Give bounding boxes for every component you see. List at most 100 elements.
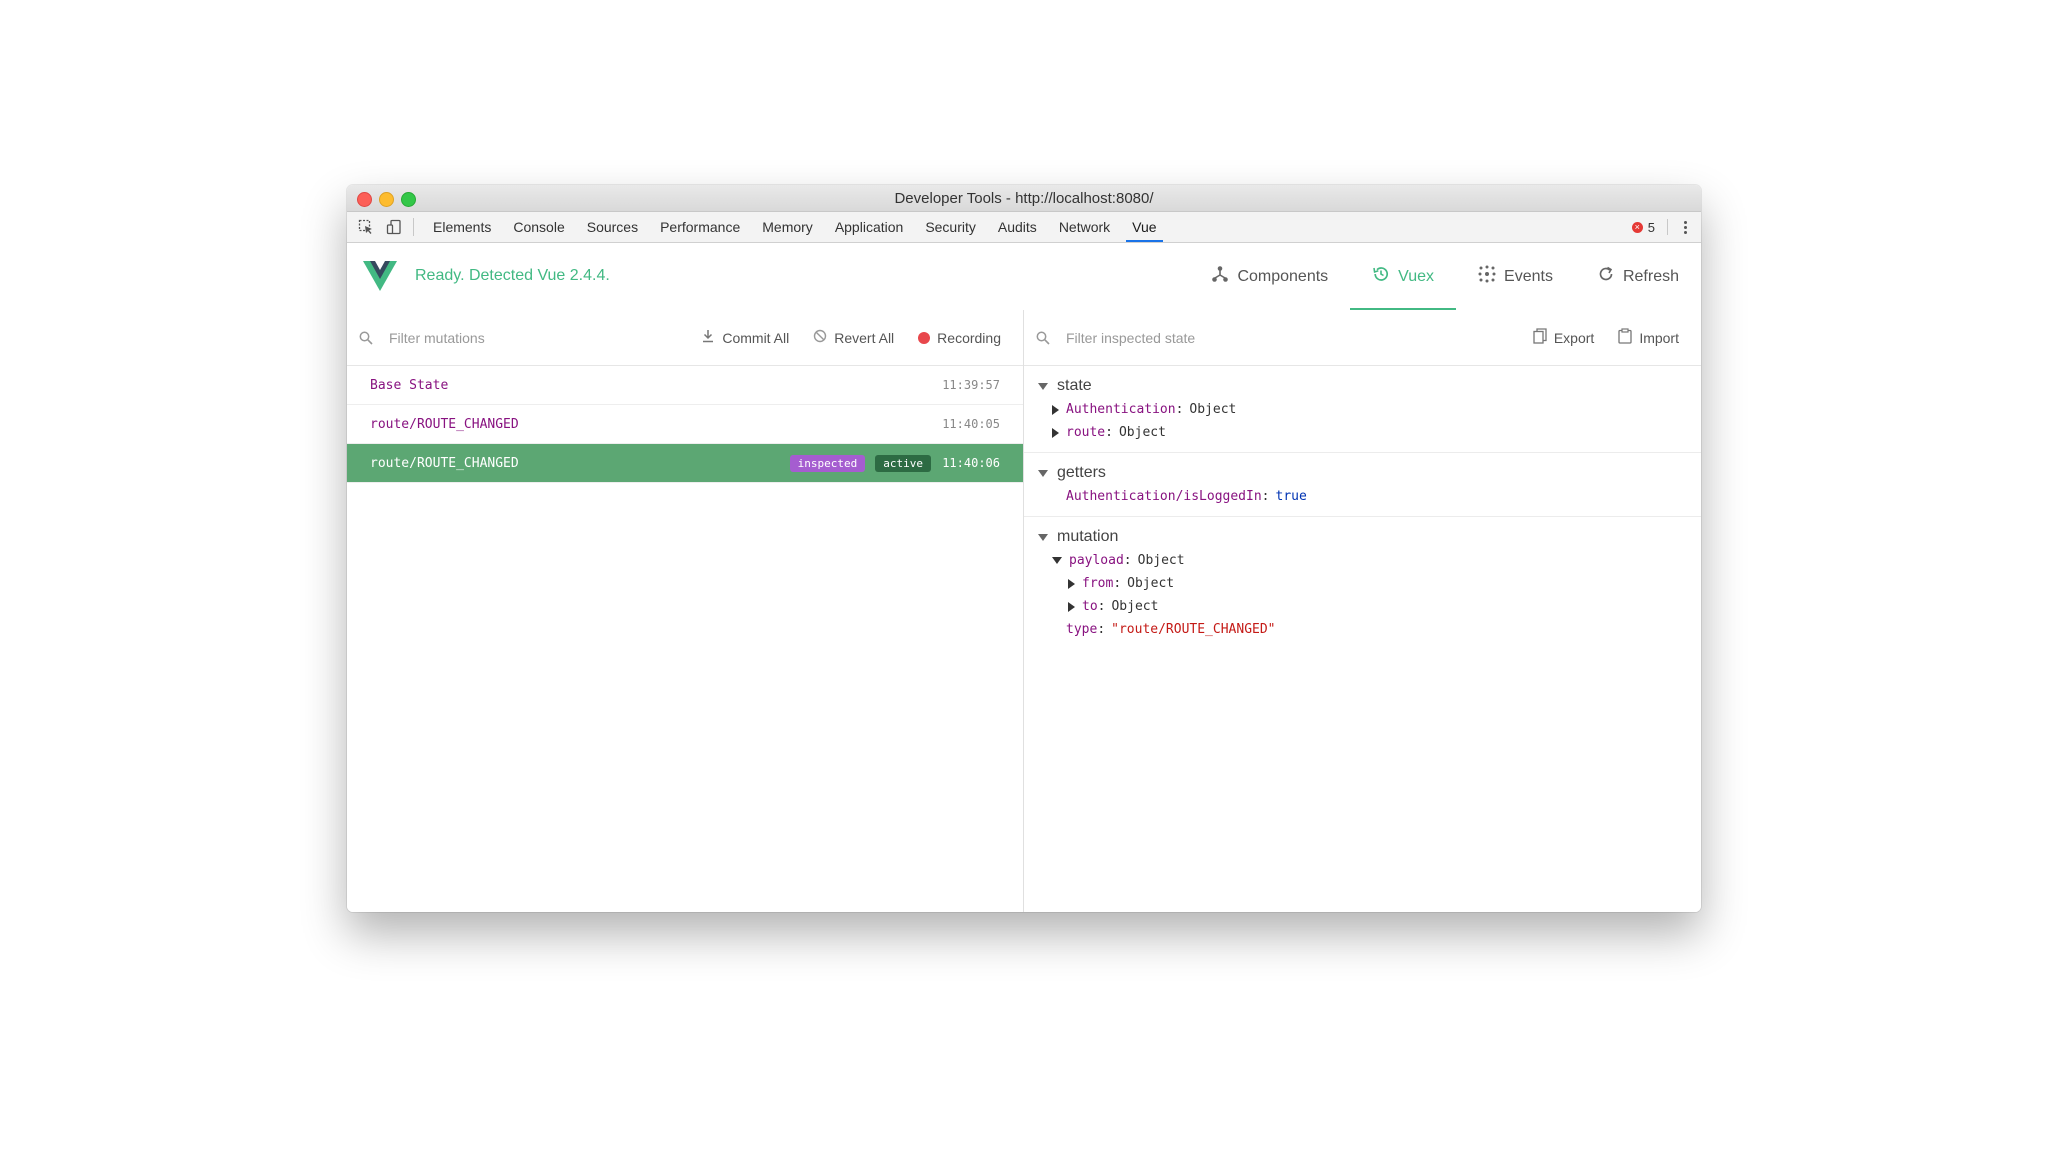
device-toolbar-icon[interactable] [385, 218, 403, 236]
getters-section-header[interactable]: getters [1024, 461, 1701, 485]
recording-toggle[interactable]: Recording [918, 330, 1001, 346]
state-inspector-pane: Filter inspected state Export Import sta… [1024, 310, 1701, 912]
collapse-arrow-icon [1052, 557, 1062, 564]
download-icon [701, 329, 715, 346]
export-button[interactable]: Export [1533, 328, 1594, 347]
more-options-icon[interactable] [1680, 220, 1691, 234]
tab-memory[interactable]: Memory [751, 212, 824, 242]
prop-value: Object [1127, 576, 1175, 591]
prop-key: type [1066, 622, 1098, 637]
mutation-name: route/ROUTE_CHANGED [370, 455, 519, 471]
active-badge: active [875, 454, 931, 472]
tab-network[interactable]: Network [1048, 212, 1121, 242]
mutation-time: 11:40:06 [942, 456, 1000, 470]
tab-audits[interactable]: Audits [987, 212, 1048, 242]
tab-elements[interactable]: Elements [422, 212, 502, 242]
devtools-window: Developer Tools - http://localhost:8080/… [347, 185, 1701, 912]
window-title: Developer Tools - http://localhost:8080/ [894, 190, 1154, 207]
import-button[interactable]: Import [1618, 328, 1679, 347]
commit-all-button[interactable]: Commit All [701, 329, 789, 346]
title-bar: Developer Tools - http://localhost:8080/ [347, 185, 1701, 212]
error-counter[interactable]: × 5 [1631, 220, 1655, 235]
nav-refresh[interactable]: Refresh [1575, 243, 1701, 310]
events-icon [1478, 265, 1496, 288]
tab-sources[interactable]: Sources [576, 212, 649, 242]
payload-child-prop[interactable]: to: Object [1024, 595, 1701, 618]
mutation-row[interactable]: route/ROUTE_CHANGED 11:40:05 [347, 405, 1023, 444]
mutation-time: 11:39:57 [942, 378, 1000, 392]
tab-performance[interactable]: Performance [649, 212, 751, 242]
nav-vuex[interactable]: Vuex [1350, 243, 1456, 311]
mutation-list: Base State 11:39:57 route/ROUTE_CHANGED … [347, 366, 1023, 483]
payload-prop[interactable]: payload: Object [1024, 549, 1701, 572]
divider [413, 218, 414, 236]
search-icon [1036, 330, 1052, 346]
history-icon [1372, 265, 1390, 288]
tab-application[interactable]: Application [824, 212, 915, 242]
commit-all-label: Commit All [722, 329, 790, 346]
state-section: state Authentication: Object route: Obje… [1024, 366, 1701, 453]
revert-all-button[interactable]: Revert All [813, 329, 894, 346]
inspect-element-icon[interactable] [357, 218, 375, 236]
record-icon [918, 331, 931, 344]
prop-value: Object [1137, 553, 1185, 568]
vue-header: Ready. Detected Vue 2.4.4. Components Vu… [347, 243, 1701, 311]
expand-arrow-icon [1052, 427, 1059, 438]
type-prop: type: "route/ROUTE_CHANGED" [1066, 622, 1276, 637]
nav-events-label: Events [1504, 267, 1553, 285]
devtools-tab-bar: Elements Console Sources Performance Mem… [347, 212, 1701, 243]
export-label: Export [1553, 329, 1595, 346]
mutation-name: route/ROUTE_CHANGED [370, 416, 519, 432]
mutation-section-header[interactable]: mutation [1024, 525, 1701, 549]
recording-label: Recording [937, 329, 1001, 346]
vue-status: Ready. Detected Vue 2.4.4. [415, 267, 610, 284]
collapse-arrow-icon [1038, 533, 1048, 541]
nav-events[interactable]: Events [1456, 243, 1575, 310]
prop-value: "route/ROUTE_CHANGED" [1111, 622, 1276, 637]
getter-prop: Authentication/isLoggedIn: true [1066, 489, 1307, 504]
mutations-pane: Filter mutations Commit All Revert All R… [347, 310, 1024, 912]
mutation-section: mutation payload: Object from: Object to… [1024, 517, 1701, 649]
nav-components[interactable]: Components [1189, 243, 1350, 310]
nav-components-label: Components [1237, 267, 1329, 285]
vue-nav: Components Vuex Events Refresh [1189, 243, 1701, 311]
prop-value: Object [1111, 599, 1159, 614]
mutation-row-base-state[interactable]: Base State 11:39:57 [347, 366, 1023, 405]
tab-security[interactable]: Security [914, 212, 987, 242]
prop-key: route [1066, 425, 1106, 440]
copy-icon [1533, 328, 1547, 347]
nav-refresh-label: Refresh [1622, 267, 1679, 285]
clipboard-icon [1618, 328, 1632, 347]
prop-key: Authentication [1066, 402, 1176, 417]
state-section-header[interactable]: state [1024, 374, 1701, 398]
expand-arrow-icon [1068, 578, 1075, 589]
prop-key: payload [1069, 553, 1124, 568]
collapse-arrow-icon [1038, 469, 1048, 477]
collapse-arrow-icon [1038, 382, 1048, 390]
state-prop[interactable]: route: Object [1024, 421, 1701, 444]
getters-section: getters Authentication/isLoggedIn: true [1024, 453, 1701, 517]
tab-console[interactable]: Console [502, 212, 575, 242]
filter-state-input[interactable]: Filter inspected state [1066, 330, 1195, 346]
state-toolbar: Filter inspected state Export Import [1024, 310, 1701, 366]
error-icon: × [1631, 221, 1643, 233]
revert-all-label: Revert All [834, 329, 895, 346]
divider [1667, 219, 1668, 235]
filter-mutations-input[interactable]: Filter mutations [389, 330, 485, 346]
section-title: getters [1057, 464, 1106, 481]
prop-key: to [1082, 599, 1098, 614]
search-icon [359, 330, 375, 346]
mutation-row-selected[interactable]: route/ROUTE_CHANGED inspected active 11:… [347, 444, 1023, 483]
prop-value: Object [1118, 425, 1166, 440]
section-title: mutation [1057, 528, 1119, 545]
prop-key: from [1082, 576, 1114, 591]
vuex-panes: Filter mutations Commit All Revert All R… [347, 310, 1701, 912]
expand-arrow-icon [1068, 601, 1075, 612]
components-icon [1211, 265, 1229, 288]
section-title: state [1057, 377, 1092, 394]
state-prop[interactable]: Authentication: Object [1024, 398, 1701, 421]
payload-child-prop[interactable]: from: Object [1024, 572, 1701, 595]
block-icon [813, 329, 827, 346]
tab-vue[interactable]: Vue [1121, 212, 1167, 242]
prop-key: Authentication/isLoggedIn [1066, 489, 1262, 504]
